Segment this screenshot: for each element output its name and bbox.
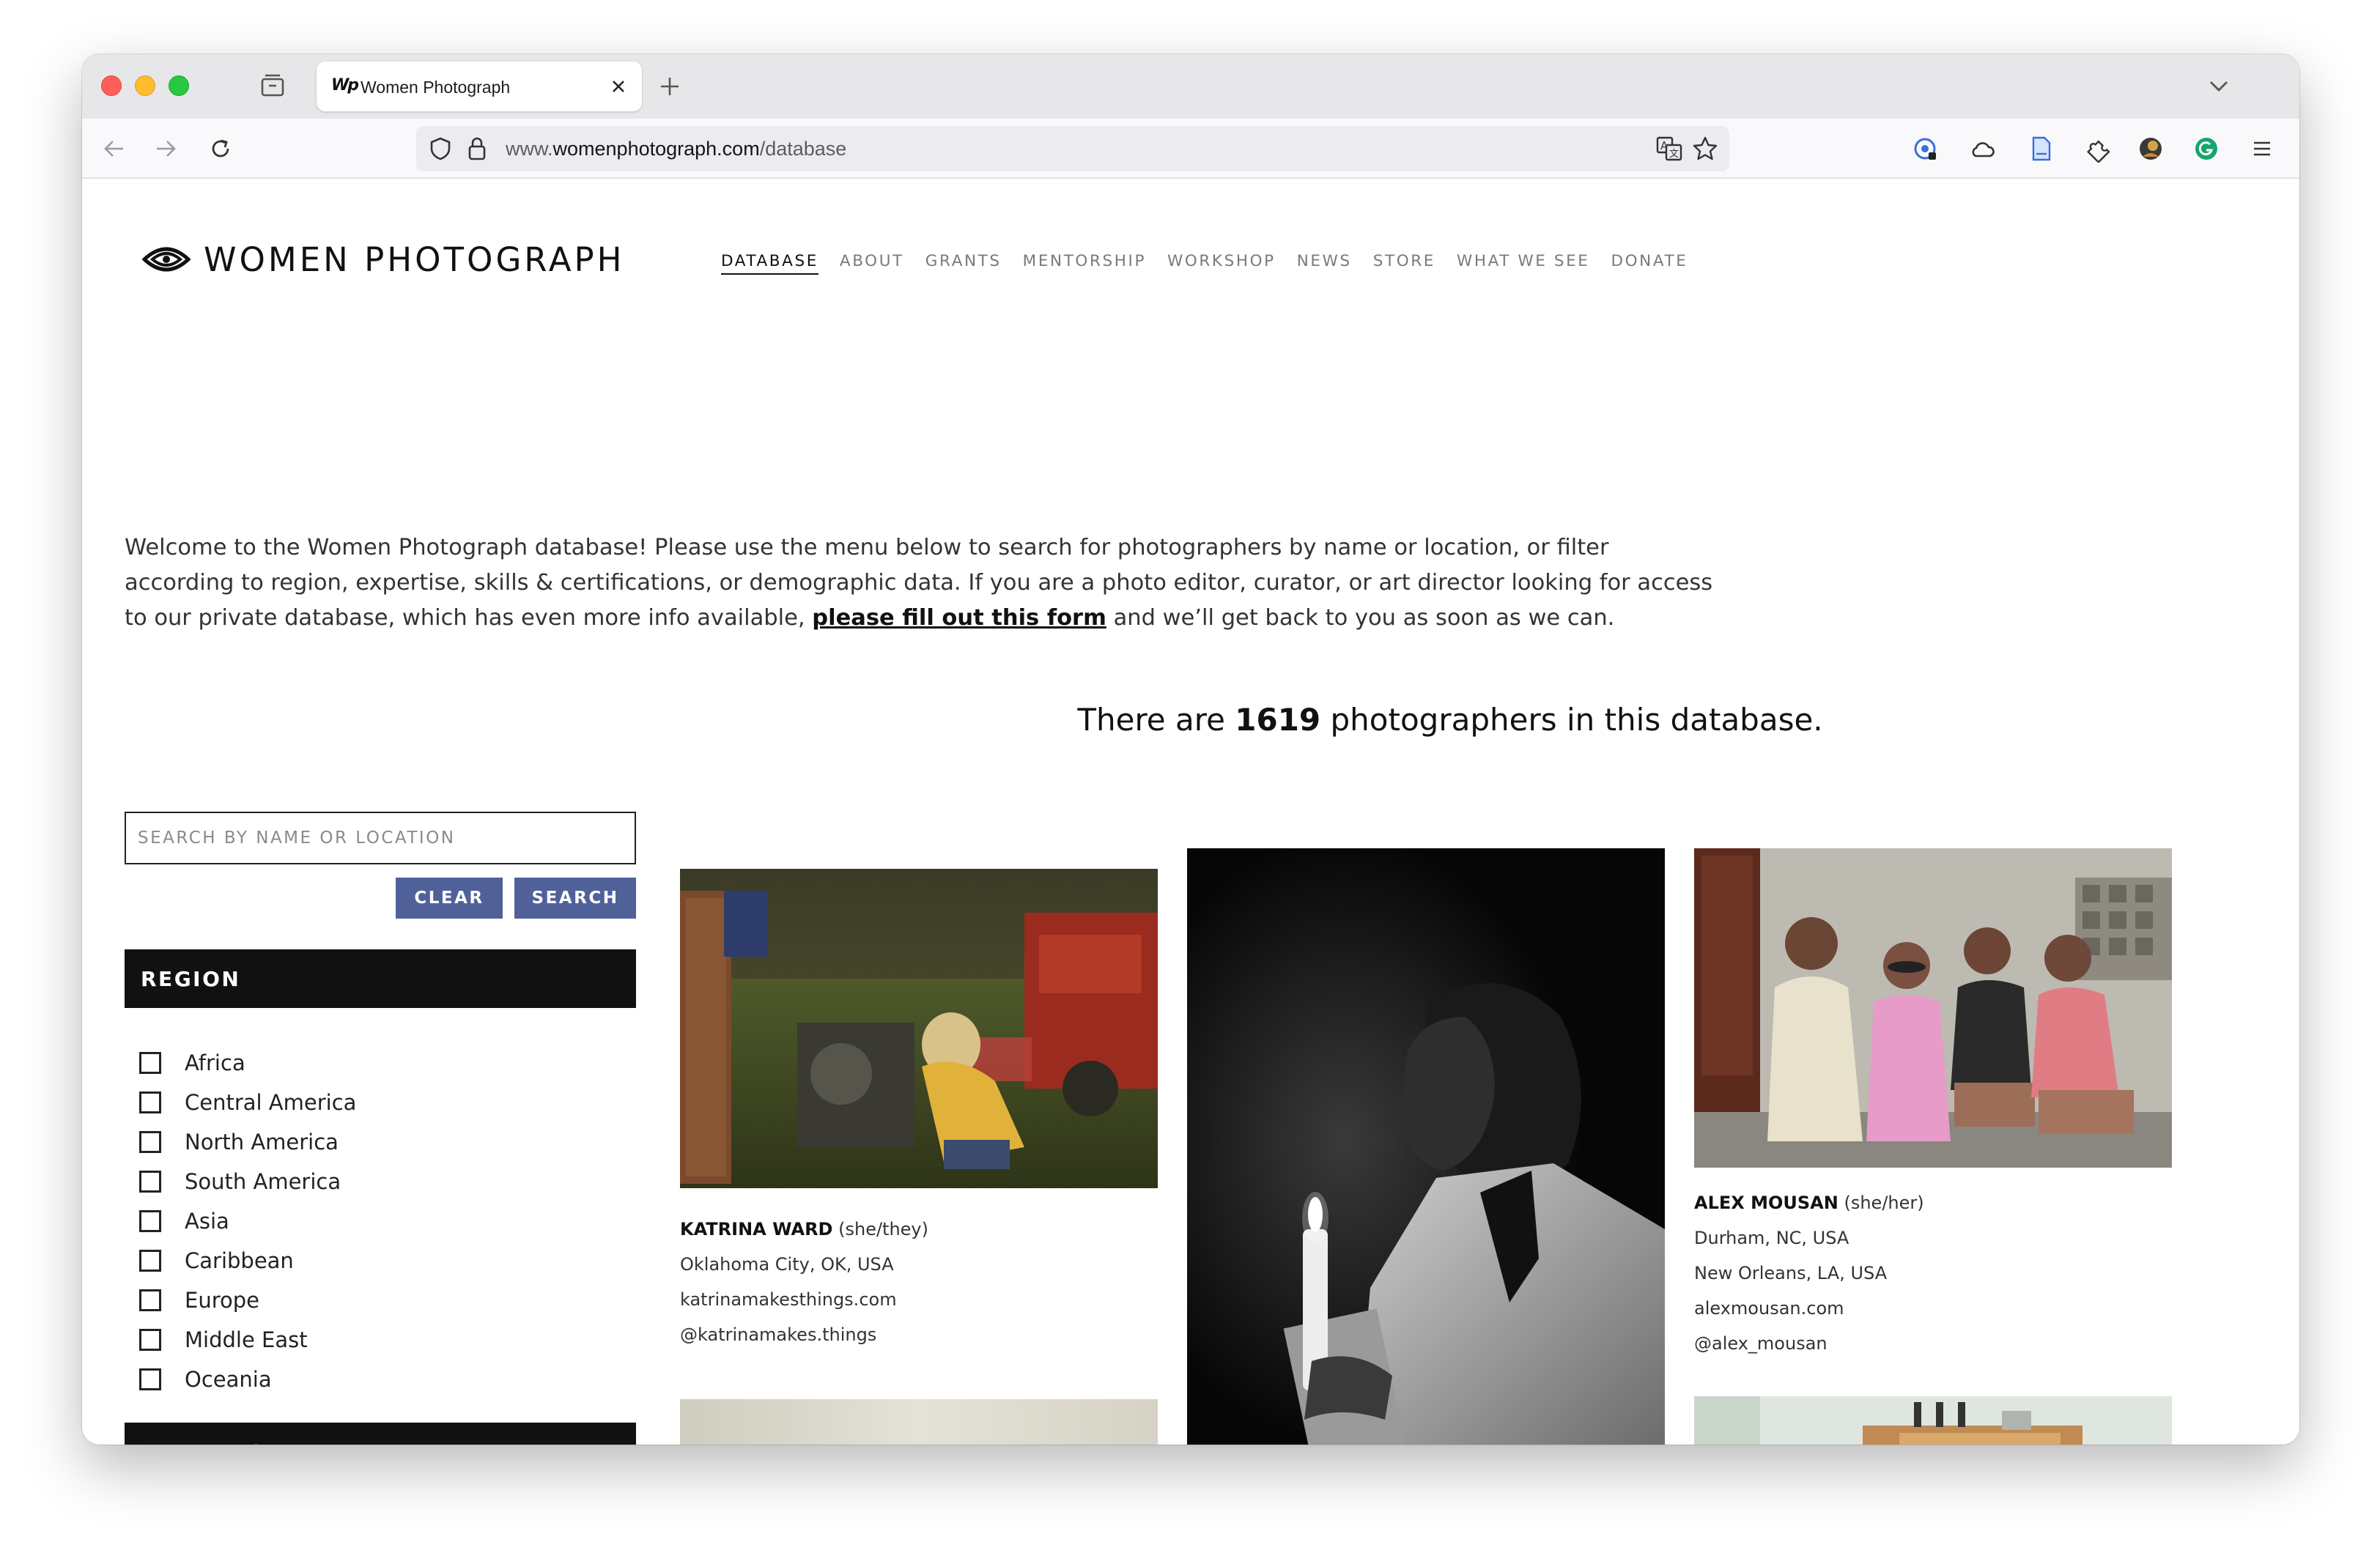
reload-icon[interactable] — [207, 135, 234, 163]
minimize-window-button[interactable] — [135, 75, 155, 96]
photographer-photo-next[interactable] — [680, 1399, 1158, 1445]
nav-store[interactable]: STORE — [1373, 252, 1435, 275]
photographer-instagram-link[interactable]: @alex_mousan — [1694, 1326, 1924, 1361]
request-access-form-link[interactable]: please fill out this form — [812, 605, 1106, 631]
photo-image — [1187, 848, 1665, 1445]
back-arrow-icon[interactable] — [100, 135, 128, 163]
photographer-instagram-link[interactable]: @katrinamakes.things — [680, 1317, 928, 1352]
tab-overview-icon[interactable] — [259, 73, 286, 98]
region-option-north-america[interactable]: North America — [139, 1122, 356, 1162]
region-filter-list: Africa Central America North America Sou… — [139, 1043, 356, 1399]
region-option-caribbean[interactable]: Caribbean — [139, 1241, 356, 1280]
checkbox[interactable] — [139, 1289, 161, 1311]
photographer-photo-next-2[interactable] — [1694, 1396, 2172, 1445]
nav-workshop[interactable]: WORKSHOP — [1167, 252, 1276, 275]
checkbox[interactable] — [139, 1091, 161, 1113]
svg-text:文: 文 — [1669, 149, 1679, 160]
checkbox[interactable] — [139, 1052, 161, 1074]
region-option-europe[interactable]: Europe — [139, 1280, 356, 1320]
photographer-photo-alex-mousan[interactable] — [1694, 848, 2172, 1168]
translate-icon[interactable]: A 文 — [1656, 136, 1682, 161]
photographer-card-alex-mousan: ALEX MOUSAN (she/her) Durham, NC, USA Ne… — [1694, 1185, 1924, 1361]
photo-image — [1694, 1396, 2172, 1445]
photographer-location: New Orleans, LA, USA — [1694, 1263, 1888, 1283]
region-option-central-america[interactable]: Central America — [139, 1083, 356, 1122]
checkbox[interactable] — [139, 1250, 161, 1272]
nav-news[interactable]: NEWS — [1297, 252, 1352, 275]
expertise-filter-header[interactable]: EXPERTISE — [125, 1423, 636, 1445]
region-option-oceania[interactable]: Oceania — [139, 1360, 356, 1399]
profile-avatar-icon[interactable] — [2137, 135, 2165, 163]
photographer-card-katrina-ward: KATRINA WARD (she/they) Oklahoma City, O… — [680, 1212, 928, 1352]
region-option-africa[interactable]: Africa — [139, 1043, 356, 1083]
photographer-name[interactable]: ALEX MOUSAN — [1694, 1193, 1838, 1213]
lock-icon[interactable] — [465, 135, 489, 163]
tab-women-photograph[interactable]: Wp Women Photograph — [317, 62, 642, 111]
checkbox[interactable] — [139, 1210, 161, 1232]
eye-logo-icon — [142, 247, 191, 272]
photographer-name[interactable]: KATRINA WARD — [680, 1219, 832, 1239]
search-button[interactable]: SEARCH — [514, 878, 636, 919]
photographer-count: There are 1619 photographers in this dat… — [1077, 702, 1823, 738]
photographer-website-link[interactable]: alexmousan.com — [1694, 1291, 1924, 1326]
site-favicon-icon: Wp — [331, 76, 359, 94]
photographer-photo-candle[interactable] — [1187, 848, 1665, 1445]
photographer-location: Oklahoma City, OK, USA — [680, 1254, 894, 1275]
checkbox[interactable] — [139, 1171, 161, 1193]
new-tab-icon[interactable] — [658, 75, 681, 98]
intro-paragraph: Welcome to the Women Photograph database… — [125, 535, 1713, 631]
browser-window: Wp Women Photograph www.womenphotograph.… — [82, 54, 2299, 1445]
nav-donate[interactable]: DONATE — [1611, 252, 1688, 275]
region-option-asia[interactable]: Asia — [139, 1201, 356, 1241]
nav-database[interactable]: DATABASE — [721, 252, 818, 275]
document-icon[interactable] — [2027, 135, 2055, 163]
photographer-photo-katrina-ward[interactable] — [680, 869, 1158, 1188]
tab-title: Women Photograph — [361, 78, 511, 97]
photographer-location: Durham, NC, USA — [1694, 1228, 1849, 1248]
photographer-website-link[interactable]: katrinamakesthings.com — [680, 1282, 928, 1317]
extensions-icon[interactable] — [2082, 135, 2110, 163]
forward-arrow-icon[interactable] — [152, 135, 180, 163]
menu-icon[interactable] — [2248, 135, 2276, 163]
zoom-window-button[interactable] — [169, 75, 189, 96]
nav-mentorship[interactable]: MENTORSHIP — [1023, 252, 1146, 275]
checkbox[interactable] — [139, 1329, 161, 1351]
url-text[interactable]: www.womenphotograph.com/database — [506, 138, 846, 160]
region-option-middle-east[interactable]: Middle East — [139, 1320, 356, 1360]
clear-button[interactable]: CLEAR — [396, 878, 503, 919]
search-input[interactable] — [125, 812, 636, 864]
region-filter-header[interactable]: REGION — [125, 949, 636, 1008]
chevron-down-icon[interactable] — [2207, 76, 2231, 97]
main-navigation: DATABASE ABOUT GRANTS MENTORSHIP WORKSHO… — [721, 252, 1688, 275]
region-option-south-america[interactable]: South America — [139, 1162, 356, 1201]
address-bar[interactable]: www.womenphotograph.com/database A 文 — [416, 126, 1729, 171]
site-logo-text: WOMEN PHOTOGRAPH — [204, 240, 625, 279]
site-logo[interactable]: WOMEN PHOTOGRAPH — [142, 237, 625, 281]
photo-image — [1694, 848, 2172, 1168]
checkbox[interactable] — [139, 1131, 161, 1153]
close-tab-icon[interactable] — [610, 78, 627, 95]
tab-bar: Wp Women Photograph — [82, 54, 2299, 119]
close-window-button[interactable] — [101, 75, 122, 96]
password-manager-icon[interactable] — [1911, 135, 1939, 163]
photo-image — [680, 1399, 1158, 1445]
bookmark-star-icon[interactable] — [1691, 135, 1719, 163]
photo-image — [680, 869, 1158, 1188]
nav-grants[interactable]: GRANTS — [925, 252, 1002, 275]
page-content: WOMEN PHOTOGRAPH DATABASE ABOUT GRANTS M… — [82, 180, 2299, 1445]
cloud-icon[interactable] — [1968, 135, 1996, 163]
nav-what-we-see[interactable]: WHAT WE SEE — [1457, 252, 1590, 275]
grammarly-icon[interactable] — [2192, 135, 2220, 163]
checkbox[interactable] — [139, 1368, 161, 1390]
nav-about[interactable]: ABOUT — [840, 252, 904, 275]
shield-icon[interactable] — [426, 135, 454, 163]
navigation-toolbar: www.womenphotograph.com/database A 文 — [82, 119, 2299, 179]
